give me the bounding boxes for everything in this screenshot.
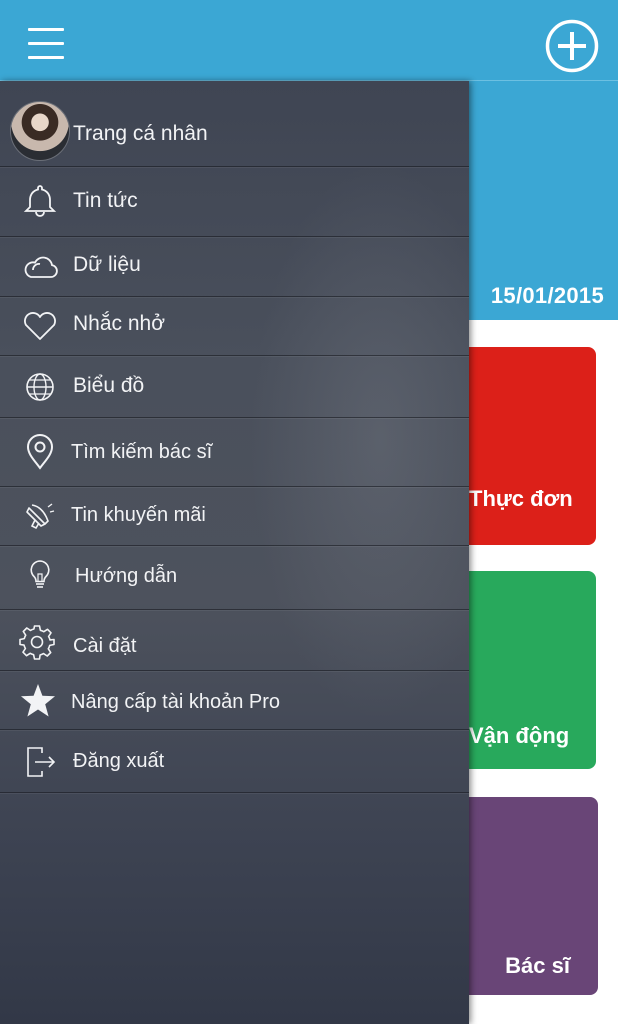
bell-icon — [23, 185, 57, 217]
tile-label: Thực đơn — [469, 486, 573, 511]
drawer-item-guide[interactable]: Hướng dẫn — [0, 546, 469, 610]
drawer-item-label: Nâng cấp tài khoản Pro — [71, 691, 281, 713]
drawer-item-settings[interactable]: Cài đặt — [0, 610, 469, 671]
globe-icon — [26, 373, 54, 401]
drawer-item-logout[interactable]: Đăng xuất — [0, 730, 469, 793]
drawer-item-label: Tìm kiếm bác sĩ — [71, 441, 213, 463]
date-label: 15/01/2015 — [490, 283, 604, 308]
tile-label: Bác sĩ — [505, 953, 570, 978]
drawer-item-label: Nhắc nhở — [73, 312, 165, 335]
location-pin-icon — [26, 434, 54, 470]
plus-circle-icon[interactable] — [545, 19, 599, 73]
navigation-drawer: Trang cá nhân Tin tức Dữ liệu Nhắc nhở B… — [0, 81, 469, 1024]
drawer-item-charts[interactable]: Biểu đồ — [0, 356, 469, 418]
drawer-item-label: Dữ liệu — [73, 253, 141, 276]
drawer-item-profile[interactable]: Trang cá nhân — [0, 85, 469, 167]
drawer-item-label: Biểu đồ — [73, 374, 145, 397]
avatar — [10, 101, 70, 161]
drawer-item-upgrade-pro[interactable]: Nâng cấp tài khoản Pro — [0, 671, 469, 730]
gear-icon — [19, 625, 55, 660]
drawer-item-data[interactable]: Dữ liệu — [0, 237, 469, 297]
drawer-item-promotions[interactable]: Tin khuyến mãi — [0, 487, 469, 546]
star-icon — [21, 684, 55, 717]
megaphone-icon — [26, 503, 55, 530]
heart-icon — [24, 312, 56, 340]
tile-label: Vận động — [469, 723, 570, 748]
drawer-item-news[interactable]: Tin tức — [0, 167, 469, 237]
logout-icon — [27, 747, 56, 777]
lightbulb-icon — [30, 560, 50, 588]
cloud-icon — [24, 256, 58, 278]
drawer-item-label: Tin tức — [73, 189, 138, 212]
drawer-item-label: Hướng dẫn — [75, 565, 178, 587]
drawer-item-label: Cài đặt — [73, 635, 137, 657]
drawer-item-label: Đăng xuất — [73, 750, 165, 772]
hamburger-icon[interactable] — [28, 28, 64, 59]
drawer-item-reminders[interactable]: Nhắc nhở — [0, 297, 469, 356]
app-bar — [0, 0, 618, 81]
drawer-item-label: Tin khuyến mãi — [71, 504, 206, 526]
drawer-item-label: Trang cá nhân — [73, 122, 208, 145]
drawer-item-find-doctor[interactable]: Tìm kiếm bác sĩ — [0, 418, 469, 487]
